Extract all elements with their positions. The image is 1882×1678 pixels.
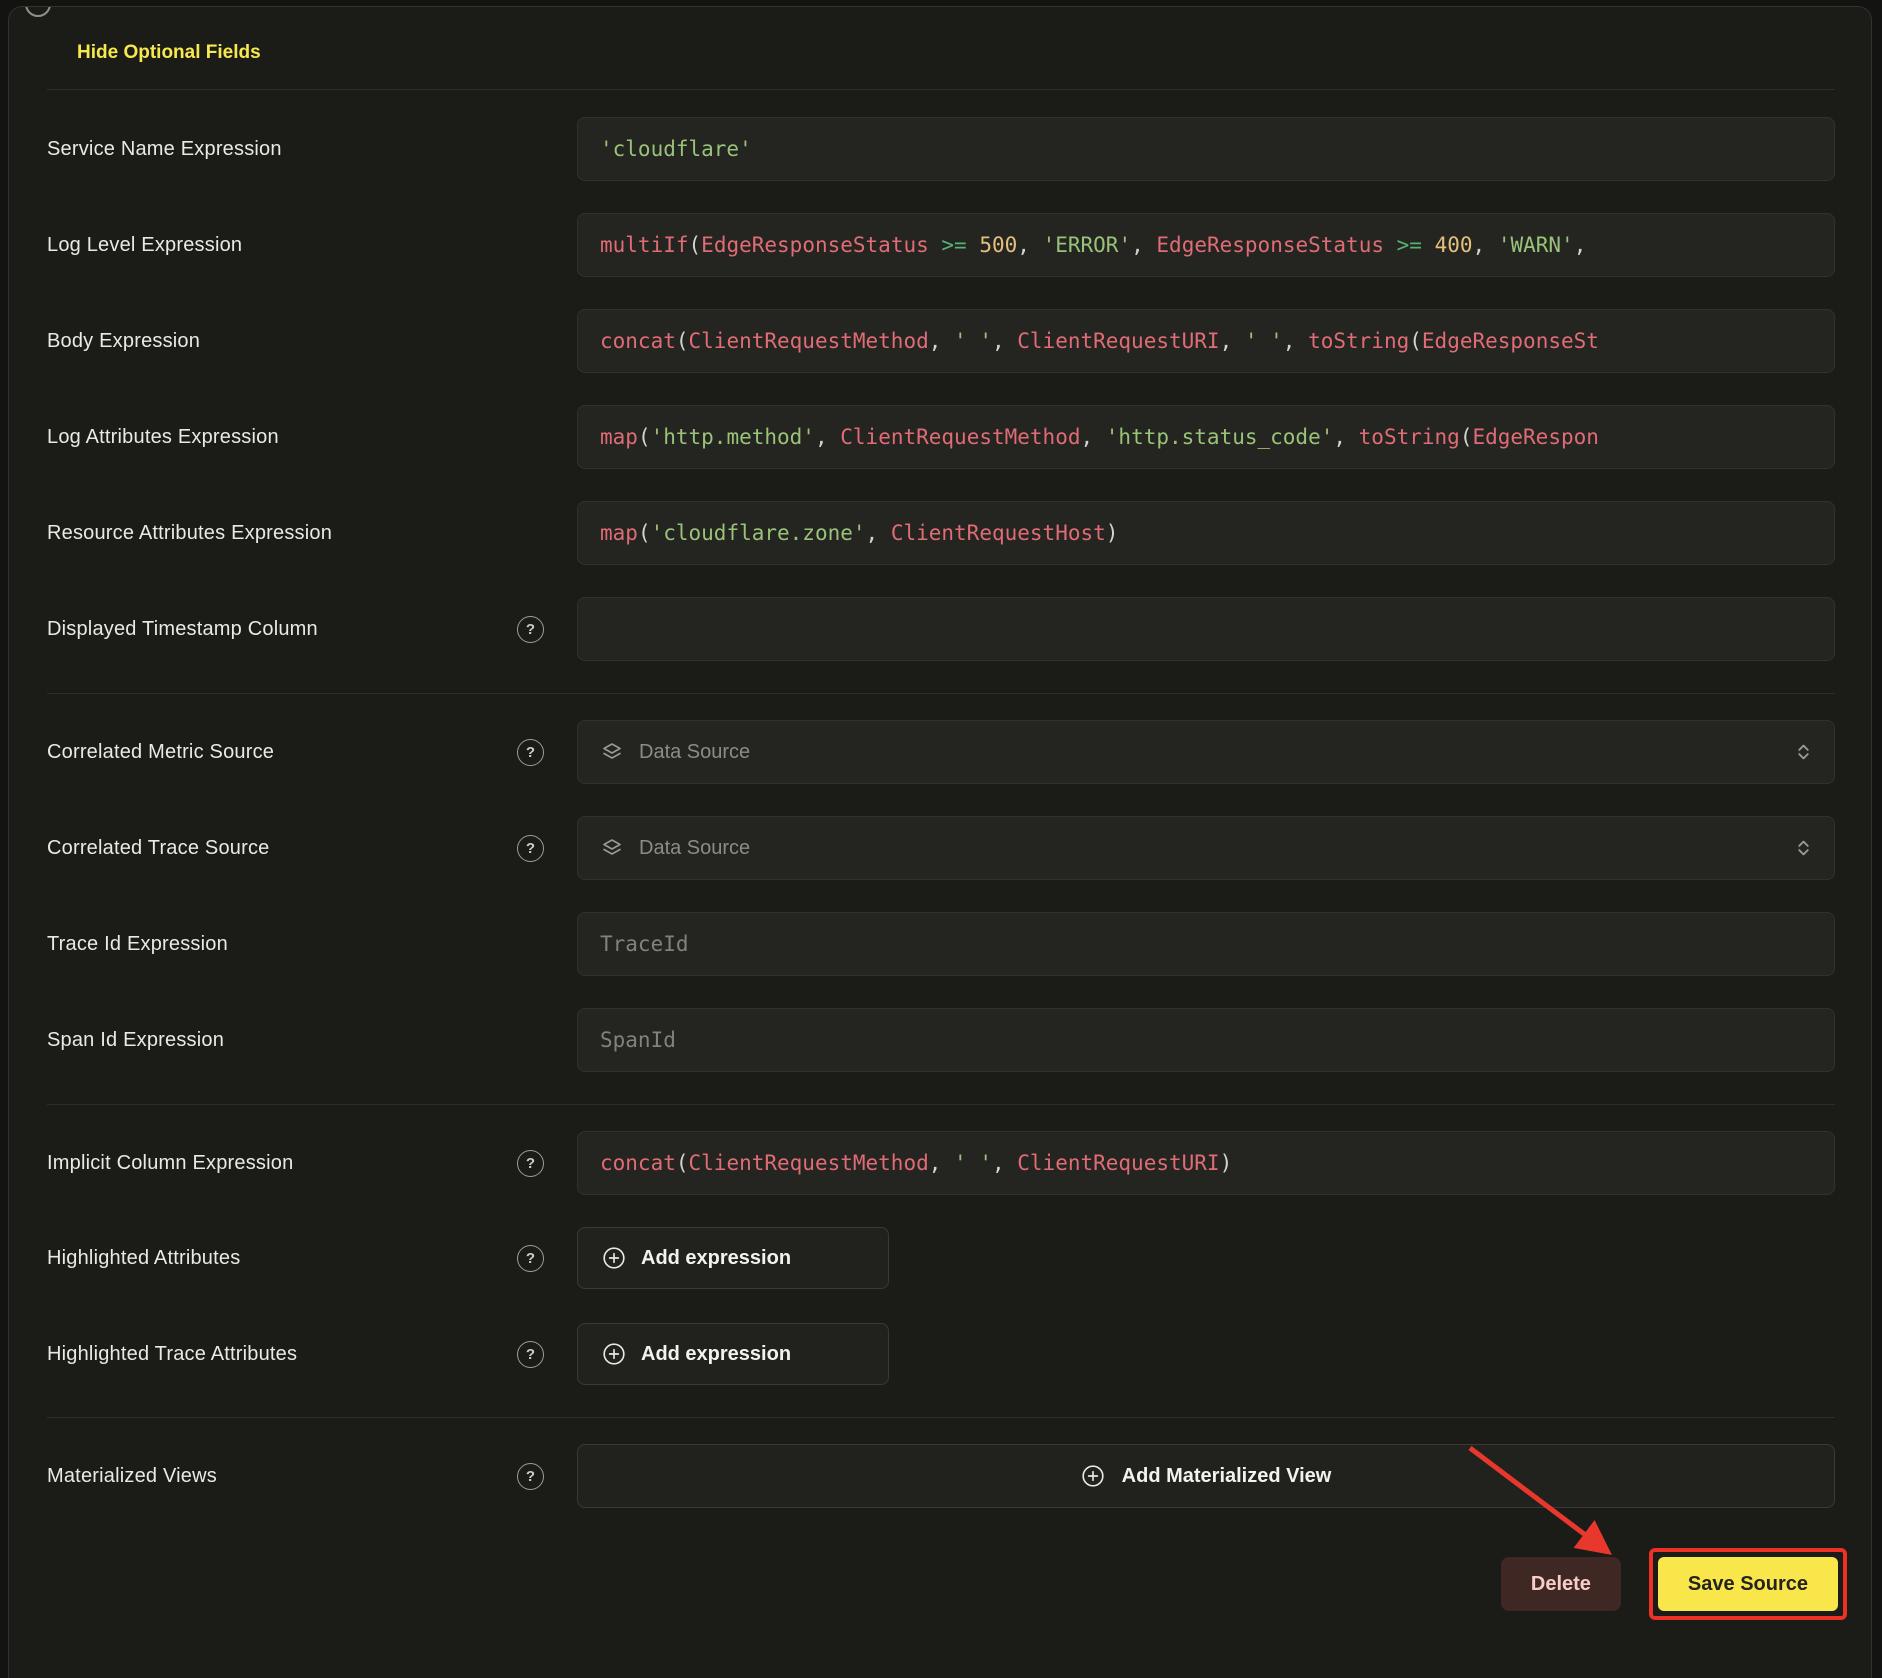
add-expression-label: Add expression	[641, 1247, 791, 1270]
field-row-log-level: Log Level Expression multiIf(EdgeRespons…	[47, 213, 1835, 277]
trace-id-placeholder: TraceId	[600, 932, 689, 956]
help-icon[interactable]: ?	[517, 1150, 544, 1177]
displayed-timestamp-label: Displayed Timestamp Column	[47, 618, 318, 641]
help-icon[interactable]: ?	[517, 739, 544, 766]
help-icon[interactable]: ?	[517, 616, 544, 643]
field-row-correlated-trace: Correlated Trace Source ? Data Source	[47, 816, 1835, 880]
circle-plus-icon	[602, 1342, 626, 1366]
section-divider	[47, 89, 1835, 90]
help-icon[interactable]: ?	[517, 835, 544, 862]
add-expression-button[interactable]: Add expression	[577, 1323, 889, 1385]
add-materialized-view-label: Add Materialized View	[1122, 1465, 1332, 1488]
log-level-expression-input[interactable]: multiIf(EdgeResponseStatus >= 500, 'ERRO…	[577, 213, 1835, 277]
chevron-updown-icon	[1795, 741, 1812, 763]
correlated-trace-source-select[interactable]: Data Source	[577, 816, 1835, 880]
data-source-placeholder: Data Source	[639, 741, 750, 764]
trace-id-label: Trace Id Expression	[47, 933, 228, 956]
add-materialized-view-button[interactable]: Add Materialized View	[577, 1444, 1835, 1508]
source-settings-panel: Hide Optional Fields Service Name Expres…	[8, 6, 1872, 1678]
data-source-placeholder: Data Source	[639, 837, 750, 860]
log-level-label: Log Level Expression	[47, 234, 242, 257]
field-row-correlated-metric: Correlated Metric Source ? Data Source	[47, 720, 1835, 784]
field-row-span-id: Span Id Expression SpanId	[47, 1008, 1835, 1072]
help-icon[interactable]: ?	[517, 1463, 544, 1490]
field-row-displayed-timestamp: Displayed Timestamp Column ?	[47, 597, 1835, 661]
help-icon[interactable]: ?	[517, 1341, 544, 1368]
span-id-label: Span Id Expression	[47, 1029, 224, 1052]
add-expression-label: Add expression	[641, 1343, 791, 1366]
field-row-body: Body Expression concat(ClientRequestMeth…	[47, 309, 1835, 373]
body-expression-input[interactable]: concat(ClientRequestMethod, ' ', ClientR…	[577, 309, 1835, 373]
log-attributes-label: Log Attributes Expression	[47, 426, 279, 449]
section-divider	[47, 693, 1835, 694]
circle-plus-icon	[602, 1246, 626, 1270]
displayed-timestamp-input[interactable]	[577, 597, 1835, 661]
correlated-trace-label: Correlated Trace Source	[47, 837, 269, 860]
field-row-materialized-views: Materialized Views ? Add Materialized Vi…	[47, 1444, 1835, 1508]
implicit-column-expression-input[interactable]: concat(ClientRequestMethod, ' ', ClientR…	[577, 1131, 1835, 1195]
field-row-service-name: Service Name Expression 'cloudflare'	[47, 117, 1835, 181]
materialized-views-label: Materialized Views	[47, 1465, 217, 1488]
field-row-highlighted-trace-attributes: Highlighted Trace Attributes ? Add expre…	[47, 1323, 1835, 1385]
correlated-metric-label: Correlated Metric Source	[47, 741, 274, 764]
form-actions: Delete Save Source	[47, 1548, 1835, 1620]
resource-attributes-expression-input[interactable]: map('cloudflare.zone', ClientRequestHost…	[577, 501, 1835, 565]
service-name-expression-input[interactable]: 'cloudflare'	[577, 117, 1835, 181]
circle-plus-icon	[1081, 1464, 1105, 1488]
delete-button[interactable]: Delete	[1501, 1557, 1621, 1611]
field-row-implicit-column: Implicit Column Expression ? concat(Clie…	[47, 1131, 1835, 1195]
chevron-updown-icon	[1795, 837, 1812, 859]
span-id-expression-input[interactable]: SpanId	[577, 1008, 1835, 1072]
resource-attributes-label: Resource Attributes Expression	[47, 522, 332, 545]
layers-icon	[600, 740, 624, 764]
highlighted-trace-attributes-label: Highlighted Trace Attributes	[47, 1343, 297, 1366]
field-row-highlighted-attributes: Highlighted Attributes ? Add expression	[47, 1227, 1835, 1289]
section-divider	[47, 1417, 1835, 1418]
trace-id-expression-input[interactable]: TraceId	[577, 912, 1835, 976]
section-divider	[47, 1104, 1835, 1105]
annotation-highlight-box: Save Source	[1649, 1548, 1847, 1620]
field-row-trace-id: Trace Id Expression TraceId	[47, 912, 1835, 976]
span-id-placeholder: SpanId	[600, 1028, 676, 1052]
help-icon[interactable]: ?	[517, 1245, 544, 1272]
highlighted-attributes-label: Highlighted Attributes	[47, 1247, 240, 1270]
body-label: Body Expression	[47, 330, 200, 353]
hide-optional-fields-link[interactable]: Hide Optional Fields	[77, 41, 261, 65]
add-expression-button[interactable]: Add expression	[577, 1227, 889, 1289]
save-source-button[interactable]: Save Source	[1658, 1557, 1838, 1611]
service-name-label: Service Name Expression	[47, 138, 282, 161]
correlated-metric-source-select[interactable]: Data Source	[577, 720, 1835, 784]
log-attributes-expression-input[interactable]: map('http.method', ClientRequestMethod, …	[577, 405, 1835, 469]
field-row-resource-attributes: Resource Attributes Expression map('clou…	[47, 501, 1835, 565]
field-row-log-attributes: Log Attributes Expression map('http.meth…	[47, 405, 1835, 469]
implicit-column-label: Implicit Column Expression	[47, 1152, 293, 1175]
layers-icon	[600, 836, 624, 860]
